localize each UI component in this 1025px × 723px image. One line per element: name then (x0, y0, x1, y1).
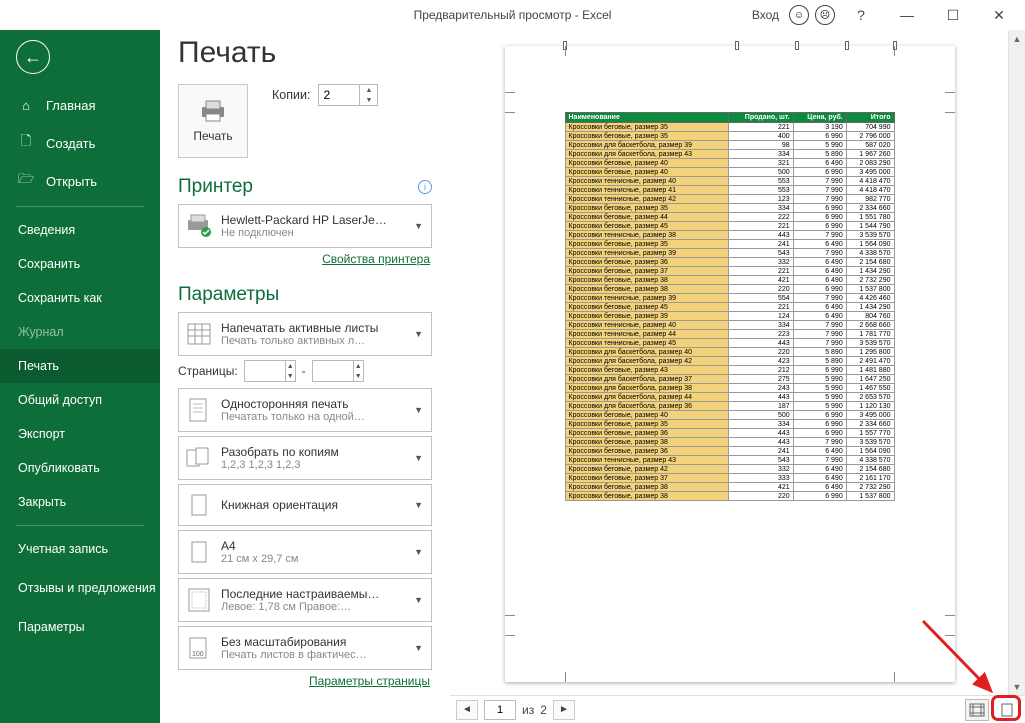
printer-heading: Принтер (178, 176, 432, 198)
preview-table: НаименованиеПродано, шт.Цена, руб.Итого … (565, 112, 895, 501)
nav-saveas[interactable]: Сохранить как (0, 281, 160, 315)
chevron-down-icon: ▼ (412, 547, 425, 557)
copies-spinner[interactable]: ▲▼ (318, 84, 378, 106)
minimize-button[interactable]: — (887, 1, 927, 29)
next-page-button[interactable]: ► (553, 700, 575, 720)
pages-from-spinner[interactable]: ▲▼ (244, 360, 296, 382)
orientation-dropdown[interactable]: Книжная ориентация ▼ (178, 484, 432, 526)
nav-open[interactable]: 🗁Открыть (0, 162, 160, 200)
nav-export[interactable]: Экспорт (0, 417, 160, 451)
scaling-dropdown[interactable]: 100 Без масштабированияПечать листов в ф… (178, 626, 432, 670)
frown-icon[interactable]: ☹ (815, 5, 835, 25)
scroll-down-icon[interactable]: ▼ (1009, 678, 1025, 695)
paper-size-dropdown[interactable]: A421 см x 29,7 см ▼ (178, 530, 432, 574)
titlebar: Предварительный просмотр - Excel Вход ☺ … (0, 0, 1025, 30)
chevron-down-icon: ▼ (412, 453, 425, 463)
copies-input[interactable] (319, 85, 359, 105)
chevron-down-icon: ▼ (412, 595, 425, 605)
copies-label: Копии: (272, 88, 310, 102)
settings-heading: Параметры (178, 284, 432, 306)
home-icon: ⌂ (18, 97, 34, 113)
print-settings-panel: Печать Печать Копии: ▲▼ i Принтер (160, 30, 450, 723)
back-button[interactable]: ← (16, 40, 50, 74)
collate-icon (185, 443, 213, 473)
nav-print[interactable]: Печать (0, 349, 160, 383)
file-icon: 🗋 (18, 135, 34, 151)
chevron-down-icon: ▼ (412, 221, 425, 231)
collate-dropdown[interactable]: Разобрать по копиям1,2,3 1,2,3 1,2,3 ▼ (178, 436, 432, 480)
preview-nav-bar: ◄ из 2 ► (450, 695, 1025, 723)
printer-properties-link[interactable]: Свойства принтера (178, 252, 430, 266)
print-what-dropdown[interactable]: Напечатать активные листыПечать только а… (178, 312, 432, 356)
login-link[interactable]: Вход (752, 8, 779, 22)
pages-to-spinner[interactable]: ▲▼ (312, 360, 364, 382)
help-button[interactable]: ? (841, 1, 881, 29)
close-button[interactable]: ✕ (979, 1, 1019, 29)
margins-icon (185, 585, 213, 615)
show-margins-button[interactable] (965, 699, 989, 721)
sides-dropdown[interactable]: Односторонняя печатьПечатать только на о… (178, 388, 432, 432)
printer-icon (199, 99, 227, 123)
margins-dropdown[interactable]: Последние настраиваемы…Левое: 1,78 см Пр… (178, 578, 432, 622)
smile-icon[interactable]: ☺ (789, 5, 809, 25)
backstage-sidebar: ← ⌂Главная 🗋Создать 🗁Открыть Сведения Со… (0, 30, 160, 723)
printer-status-icon (185, 211, 213, 241)
spin-down-icon[interactable]: ▼ (360, 95, 377, 105)
page-size-icon (185, 537, 213, 567)
nav-options[interactable]: Параметры (0, 610, 160, 644)
print-button[interactable]: Печать (178, 84, 248, 158)
nav-account[interactable]: Учетная запись (0, 532, 160, 566)
annotation-circle (991, 695, 1021, 721)
page-setup-link[interactable]: Параметры страницы (178, 674, 430, 688)
nav-publish[interactable]: Опубликовать (0, 451, 160, 485)
chevron-down-icon: ▼ (412, 329, 425, 339)
page-number-input[interactable] (484, 700, 516, 720)
printer-dropdown[interactable]: Hewlett-Packard HP LaserJe…Не подключен … (178, 204, 432, 248)
spin-up-icon[interactable]: ▲ (360, 85, 377, 95)
window-title: Предварительный просмотр - Excel (414, 8, 612, 22)
page-heading: Печать (178, 36, 432, 70)
nav-info[interactable]: Сведения (0, 213, 160, 247)
chevron-down-icon: ▼ (412, 643, 425, 653)
nav-history: Журнал (0, 315, 160, 349)
nav-feedback[interactable]: Отзывы и предложения (0, 566, 160, 610)
folder-open-icon: 🗁 (18, 173, 34, 189)
nav-save[interactable]: Сохранить (0, 247, 160, 281)
scroll-up-icon[interactable]: ▲ (1009, 30, 1025, 47)
page-one-side-icon (185, 395, 213, 425)
chevron-down-icon: ▼ (412, 500, 425, 510)
prev-page-button[interactable]: ◄ (456, 700, 478, 720)
info-icon[interactable]: i (418, 180, 432, 194)
pages-label: Страницы: (178, 364, 238, 378)
nav-home[interactable]: ⌂Главная (0, 86, 160, 124)
nav-share[interactable]: Общий доступ (0, 383, 160, 417)
preview-page: НаименованиеПродано, шт.Цена, руб.Итого … (505, 46, 955, 682)
svg-text:100: 100 (192, 651, 204, 658)
maximize-button[interactable]: ☐ (933, 1, 973, 29)
nav-close[interactable]: Закрыть (0, 485, 160, 519)
portrait-icon (185, 490, 213, 520)
sheets-icon (185, 319, 213, 349)
nav-create[interactable]: 🗋Создать (0, 124, 160, 162)
vertical-scrollbar[interactable]: ▲ ▼ (1008, 30, 1025, 695)
print-preview-area: НаименованиеПродано, шт.Цена, руб.Итого … (450, 30, 1025, 723)
chevron-down-icon: ▼ (412, 405, 425, 415)
scale-icon: 100 (185, 633, 213, 663)
